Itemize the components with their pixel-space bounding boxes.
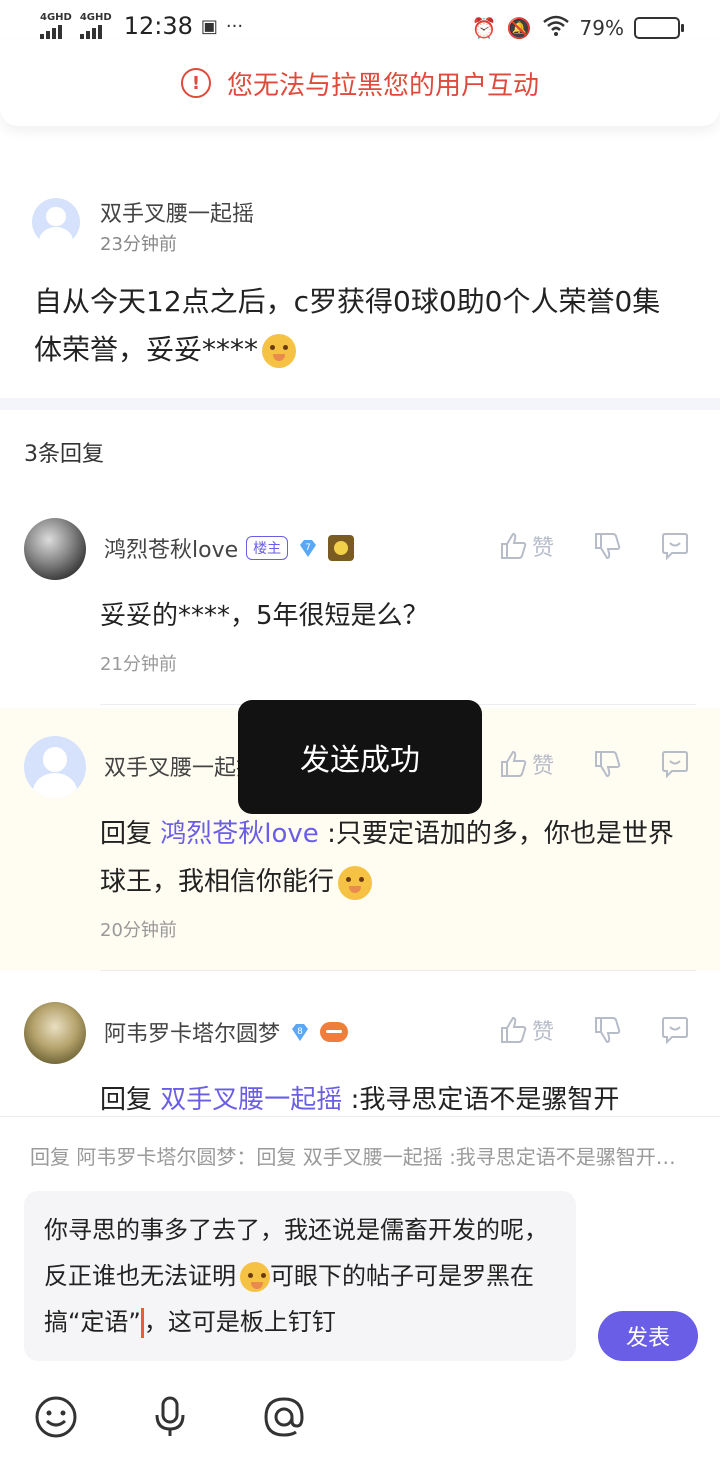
battery-percent: 79% <box>579 15 624 40</box>
comment-button[interactable] <box>660 749 690 779</box>
like-button[interactable]: 赞 <box>498 748 554 780</box>
avatar[interactable] <box>24 736 86 798</box>
reply-author[interactable]: 双手叉腰一起摇 <box>104 750 258 782</box>
reply-composer: 回复 阿韦罗卡塔尔圆梦：回复 双手叉腰一起摇 :我寻思定语不是骡智开… 你寻思的… <box>0 1116 720 1460</box>
post-author[interactable]: 双手叉腰一起摇 <box>100 196 254 228</box>
warning-text: 您无法与拉黑您的用户互动 <box>226 70 539 101</box>
dislike-button[interactable] <box>592 531 622 561</box>
thumbs-up-icon <box>500 532 527 559</box>
publish-button[interactable]: 发表 <box>598 1311 698 1361</box>
signal-2: 4GHD <box>79 13 112 39</box>
mute-icon: 🔕 <box>506 15 532 40</box>
emoji-icon <box>262 334 297 368</box>
medal-icon <box>328 535 355 561</box>
screenshot-icon: ▣ <box>200 15 218 37</box>
blocked-warning-banner: ! 您无法与拉黑您的用户互动 <box>0 40 720 126</box>
reply-author[interactable]: 阿韦罗卡塔尔圆梦 <box>104 1016 280 1048</box>
comment-button[interactable] <box>660 531 690 561</box>
reply-text: 回复 鸿烈苍秋love :只要定语加的多，你也是世界球王，我相信你能行 <box>100 810 690 906</box>
post-content: 自从今天12点之后，c罗获得0球0助0个人荣誉0集体荣誉，妥妥**** <box>34 285 661 368</box>
smile-icon[interactable] <box>34 1395 78 1439</box>
post-time: 23分钟前 <box>100 234 177 255</box>
dislike-button[interactable] <box>592 1015 622 1045</box>
original-post: 双手叉腰一起摇 23分钟前 自从今天12点之后，c罗获得0球0助0个人荣誉0集体… <box>0 170 720 398</box>
comment-icon <box>662 751 688 779</box>
battery-icon <box>634 16 684 39</box>
emoji-icon <box>240 1262 270 1292</box>
avatar[interactable] <box>32 198 80 246</box>
like-button[interactable]: 赞 <box>498 1014 554 1046</box>
emoji-icon <box>338 865 373 900</box>
dislike-button[interactable] <box>592 749 622 779</box>
thumbs-down-icon <box>595 533 621 560</box>
reply-quote: 回复 阿韦罗卡塔尔圆梦：回复 双手叉腰一起摇 :我寻思定语不是骡智开… <box>30 1145 676 1169</box>
svg-text:8: 8 <box>297 1027 303 1037</box>
microphone-icon[interactable] <box>148 1395 192 1439</box>
thumbs-down-icon <box>595 751 621 778</box>
level-gem-icon: 8 <box>292 1024 309 1041</box>
thumbs-down-icon <box>595 1017 621 1044</box>
avatar[interactable] <box>24 1002 86 1064</box>
thumbs-up-icon <box>500 1016 527 1043</box>
section-divider <box>0 398 720 410</box>
gamepad-icon <box>320 1022 349 1042</box>
at-icon[interactable] <box>262 1395 306 1439</box>
avatar[interactable] <box>24 518 86 580</box>
host-badge: 楼主 <box>246 536 289 560</box>
reply-count: 3条回复 <box>24 442 104 467</box>
toast-message: 发送成功 <box>238 700 482 814</box>
comment-button[interactable] <box>660 1015 690 1045</box>
reply-author[interactable]: 鸿烈苍秋love <box>104 532 238 564</box>
exclamation-circle-icon: ! <box>180 68 211 98</box>
reply-time: 21分钟前 <box>100 654 177 675</box>
like-button[interactable]: 赞 <box>498 530 554 562</box>
reply-text: 妥妥的****，5年很短是么？ <box>100 601 429 631</box>
comment-icon <box>662 1017 688 1045</box>
mention-link[interactable]: 鸿烈苍秋love <box>160 819 319 849</box>
wifi-icon <box>542 14 570 41</box>
clock: 12:38 <box>123 12 193 40</box>
comment-icon <box>662 533 688 561</box>
signal-1: 4GHD <box>40 13 72 39</box>
level-gem-icon: 7 <box>300 540 317 557</box>
alarm-icon: ⏰ <box>471 15 497 40</box>
more-notifications: ··· <box>225 15 244 37</box>
svg-text:7: 7 <box>305 543 311 553</box>
mention-link[interactable]: 双手叉腰一起摇 <box>160 1085 342 1115</box>
reply-time: 20分钟前 <box>100 920 177 941</box>
reply-input[interactable]: 你寻思的事多了去了，我还说是儒畜开发的呢，反正谁也无法证明 可眼下的帖子可是罗黑在… <box>24 1191 576 1361</box>
thumbs-up-icon <box>500 750 527 777</box>
divider <box>100 970 696 971</box>
